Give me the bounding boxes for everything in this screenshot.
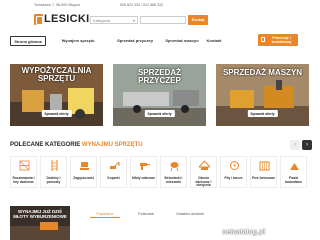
hero-machines-title: SPRZEDAŻ MASZYN [222,68,303,77]
hero-rental-title: WYPOŻYCZALNIA SPRZĘTU [21,66,92,83]
watermark: netcatalog.pl [222,229,266,236]
nav-item-trailers[interactable]: Sprzedaż przyczep [112,36,158,46]
nav-item-home[interactable]: Strona główna [10,36,46,46]
scaffold-icon [19,160,30,171]
category-select[interactable]: Kategoria ▾ [90,16,138,24]
category-select-value: Kategoria [93,18,111,23]
category-label: Okucia dachowe i zbrojenia [195,176,212,188]
address-text: Tomaszew 7, 96-500 Wiązno [34,3,81,7]
category-label: Koparki [107,176,120,180]
category-tile[interactable]: Zagęszczarki [70,156,97,188]
heater-icon [259,161,270,171]
nav-item-contact[interactable]: Kontakt [202,36,226,46]
tab-recent[interactable]: Ostatnio dodane [170,210,210,218]
carousel-prev-button[interactable]: ‹ [290,140,300,150]
hero-rental[interactable]: WYPOŻYCZALNIA SPRZĘTU Sprawdź oferty [10,64,103,126]
promo-banner-text: WYNAJMIJ JUŻ DZIŚ MŁOTY WYBURZENIOWE [13,209,67,219]
promo-banner[interactable]: WYNAJMIJ JUŻ DZIŚ MŁOTY WYBURZENIOWE [10,206,70,240]
hero-trailers-button[interactable]: Sprawdź oferty [144,110,175,117]
hero-trailers-title: SPRZEDAŻ PRZYCZEP [137,68,182,85]
category-tile[interactable]: Drabiny i pomosty [40,156,67,188]
promo-button[interactable]: Promocje i kontaktowy [258,34,298,46]
hero-trailers[interactable]: SPRZEDAŻ PRZYCZEP Sprawdź oferty [113,64,206,126]
category-tile[interactable]: Betoniarki i mieszarki [160,156,187,188]
mixer-icon [170,162,179,171]
tag-icon [261,37,265,42]
hammer-drill-icon [140,163,150,170]
category-tile[interactable]: Okucia dachowe i zbrojenia [190,156,217,188]
saw-icon [230,161,239,170]
category-label: Zagęszczarki [73,176,94,180]
categories-title: POLECANE KATEGORIE WYNAJMU SPRZĘTU [10,142,143,148]
hero-machines-button[interactable]: Sprawdź oferty [247,110,278,117]
phone-text[interactable]: 505 823 332 / 512 888 333 [120,3,163,7]
category-tile[interactable]: Rusztowania i liny dachowe [10,156,37,188]
categories-title-prefix: POLECANE KATEGORIE [10,142,81,148]
hero-machines[interactable]: SPRZEDAŻ MASZYN Sprawdź oferty [216,64,309,126]
search-input[interactable] [140,16,186,24]
hero-rental-button[interactable]: Sprawdź oferty [41,110,72,117]
categories-title-highlight: WYNAJMU SPRZĘTU [81,142,143,148]
search-button[interactable]: Szukaj [188,15,208,25]
category-label: Piły i tarcze [224,176,243,180]
excavator-icon [110,161,120,169]
sand-icon [290,163,299,170]
compactor-icon [80,162,89,170]
ladder-icon [51,160,58,171]
category-label: Młoty udarowe [131,176,156,180]
logo-text[interactable]: LESICKI [44,13,90,25]
category-label: Drabiny i pomosty [46,176,61,184]
tab-recommended[interactable]: Polecane [134,210,158,218]
category-tile[interactable]: Piec betonowe [250,156,277,188]
category-tile[interactable]: Koparki [100,156,127,188]
logo-icon [34,14,43,25]
roof-icon [199,160,210,170]
category-label: Betoniarki i mieszarki [164,176,183,184]
category-tile[interactable]: Młoty udarowe [130,156,157,188]
nav-item-rental[interactable]: Wynajem sprzętu [56,36,100,46]
category-tile[interactable]: Piaski budowlane [280,156,307,188]
category-label: Piaski budowlane [284,176,303,184]
chevron-down-icon: ▾ [132,18,135,23]
category-tile[interactable]: Piły i tarcze [220,156,247,188]
category-label: Rusztowania i liny dachowe [12,176,35,184]
category-label: Piec betonowe [251,176,276,180]
carousel-next-button[interactable]: › [302,140,312,150]
nav-item-machines[interactable]: Sprzedaż maszyn [162,36,202,46]
tab-popular[interactable]: Popularne [90,210,120,218]
